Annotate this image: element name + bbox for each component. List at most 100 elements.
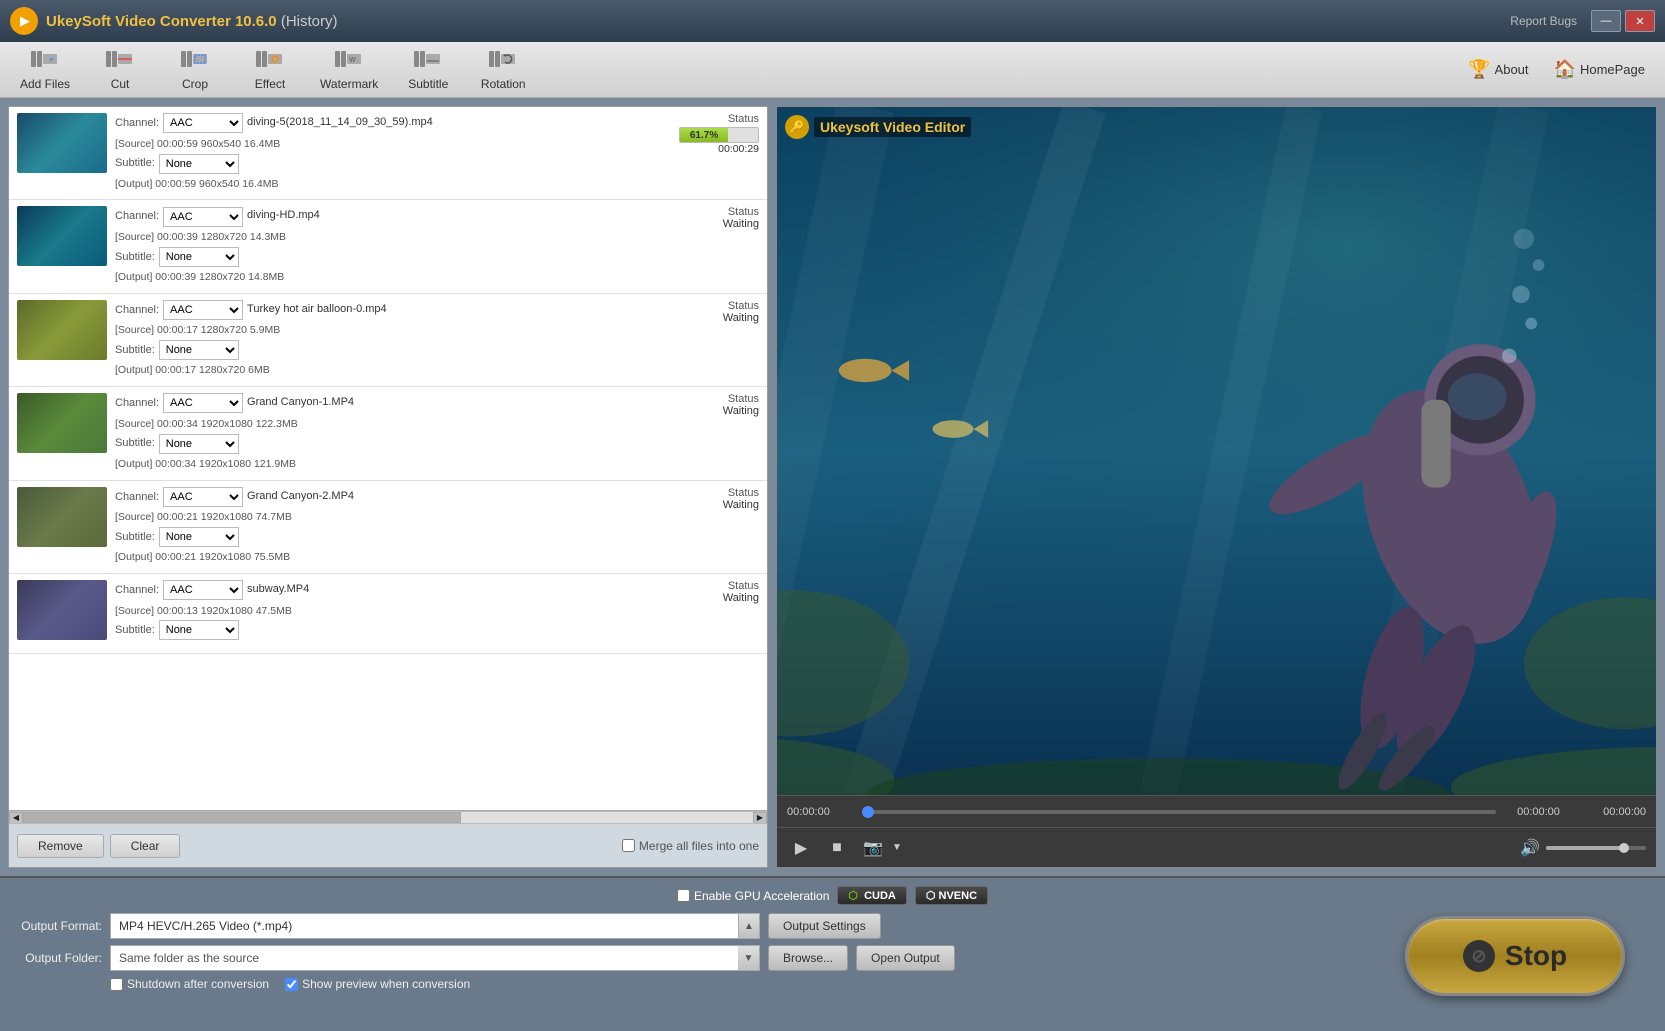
effect-button[interactable]: Effect — [235, 45, 305, 95]
table-row[interactable]: Channel: AAC subway.MP4 [Source] 00:00:1… — [9, 574, 767, 654]
table-row[interactable]: Channel: AAC diving-HD.mp4 [Source] 00:0… — [9, 200, 767, 293]
source-info: [Source] 00:00:21 1920x1080 74.7MB — [115, 509, 659, 527]
channel-label: Channel: — [115, 114, 159, 133]
close-button[interactable]: ✕ — [1625, 10, 1655, 32]
channel-select[interactable]: AAC — [163, 393, 243, 413]
rotation-icon — [489, 49, 517, 75]
table-row[interactable]: Channel: AAC Grand Canyon-2.MP4 [Source]… — [9, 481, 767, 574]
browse-button[interactable]: Browse... — [768, 945, 848, 971]
subtitle-select[interactable]: None — [159, 434, 239, 454]
shutdown-checkbox[interactable] — [110, 978, 123, 991]
video-controls: ▶ ■ 📷 ▼ 🔊 — [777, 827, 1656, 867]
stop-preview-button[interactable]: ■ — [823, 834, 851, 862]
status-label: Status — [667, 393, 759, 405]
stop-icon: ⊘ — [1463, 940, 1495, 972]
screenshot-arrow[interactable]: ▼ — [889, 834, 905, 862]
file-status: Status Waiting — [659, 580, 759, 604]
shutdown-label: Shutdown after conversion — [127, 977, 269, 991]
report-bugs-label: Report Bugs — [1510, 14, 1577, 28]
video-preview: 🔑 Ukeysoft Video Editor — [777, 107, 1656, 795]
about-button[interactable]: 🏆 About — [1458, 55, 1538, 84]
svg-text:+: + — [49, 55, 54, 64]
subtitle-row: Subtitle: None — [115, 247, 659, 267]
preview-panel: 🔑 Ukeysoft Video Editor 00:00:00 00:00:0… — [776, 106, 1657, 868]
status-label: Status — [667, 206, 759, 218]
play-button[interactable]: ▶ — [787, 834, 815, 862]
channel-row: Channel: AAC diving-5(2018_11_14_09_30_5… — [115, 113, 659, 134]
gpu-acceleration-option: Enable GPU Acceleration — [677, 889, 829, 903]
channel-select[interactable]: AAC — [163, 113, 243, 133]
merge-label-text: Merge all files into one — [639, 839, 759, 853]
horizontal-scrollbar[interactable]: ◀ ▶ — [9, 811, 767, 823]
scroll-thumb[interactable] — [23, 812, 461, 823]
output-info: [Output] 00:00:34 1920x1080 121.9MB — [115, 456, 659, 474]
table-row[interactable]: Channel: AAC Turkey hot air balloon-0.mp… — [9, 294, 767, 387]
minimize-button[interactable]: — — [1591, 10, 1621, 32]
watermark-button[interactable]: W Watermark — [310, 45, 388, 95]
subtitle-select[interactable]: None — [159, 247, 239, 267]
subtitle-label: Subtitle: — [115, 528, 155, 547]
channel-select[interactable]: AAC — [163, 580, 243, 600]
format-input-wrap: ▲ — [110, 913, 760, 939]
source-info: [Source] 00:00:34 1920x1080 122.3MB — [115, 416, 659, 434]
table-row[interactable]: Channel: AAC diving-5(2018_11_14_09_30_5… — [9, 107, 767, 200]
file-list[interactable]: Channel: AAC diving-5(2018_11_14_09_30_5… — [9, 107, 767, 811]
file-thumbnail — [17, 206, 107, 266]
volume-handle[interactable] — [1619, 843, 1629, 853]
subtitle-select[interactable]: None — [159, 340, 239, 360]
file-thumbnail — [17, 113, 107, 173]
crop-button[interactable]: Crop — [160, 45, 230, 95]
status-label: Status — [667, 113, 759, 125]
volume-section: 🔊 — [1520, 838, 1646, 858]
subtitle-select[interactable]: None — [159, 154, 239, 174]
source-info: [Source] 00:00:13 1920x1080 47.5MB — [115, 603, 659, 621]
channel-select[interactable]: AAC — [163, 207, 243, 227]
volume-slider[interactable] — [1546, 846, 1646, 850]
svg-text:W: W — [349, 57, 356, 64]
output-format-input[interactable] — [110, 913, 738, 939]
output-folder-select[interactable]: Same folder as the source — [110, 945, 760, 971]
channel-label: Channel: — [115, 301, 159, 320]
progress-fill: 61.7% — [680, 128, 728, 142]
scroll-right-button[interactable]: ▶ — [753, 812, 767, 824]
timeline-slider[interactable] — [862, 810, 1496, 814]
homepage-button[interactable]: 🏠 HomePage — [1544, 55, 1655, 84]
output-format-label: Output Format: — [12, 919, 102, 933]
output-settings-button[interactable]: Output Settings — [768, 913, 881, 939]
subtitle-button[interactable]: Subtitle — [393, 45, 463, 95]
scroll-track[interactable] — [23, 812, 753, 823]
screenshot-button[interactable]: 📷 — [859, 834, 887, 862]
subtitle-select[interactable]: None — [159, 527, 239, 547]
format-dropdown-button[interactable]: ▲ — [738, 913, 760, 939]
folder-input-wrap: Same folder as the source ▼ — [110, 945, 760, 971]
rotation-button[interactable]: Rotation — [468, 45, 538, 95]
gpu-row: Enable GPU Acceleration ⬡ CUDA ⬡ NVENC — [12, 886, 1653, 905]
file-name: Grand Canyon-1.MP4 — [247, 393, 354, 412]
cut-icon — [106, 49, 134, 75]
clear-button[interactable]: Clear — [110, 834, 181, 858]
merge-checkbox[interactable] — [622, 839, 635, 852]
subtitle-row: Subtitle: None — [115, 154, 659, 174]
channel-select[interactable]: AAC — [163, 487, 243, 507]
file-info: Channel: AAC subway.MP4 [Source] 00:00:1… — [115, 580, 659, 643]
time-end: 00:00:00 — [1581, 806, 1646, 818]
add-files-button[interactable]: + Add Files — [10, 45, 80, 95]
gpu-checkbox[interactable] — [677, 889, 690, 902]
stop-button[interactable]: ⊘ Stop — [1405, 916, 1625, 996]
show-preview-checkbox[interactable] — [285, 978, 298, 991]
toolbar: + Add Files Cut — [0, 42, 1665, 98]
subtitle-label: Subtitle: — [115, 434, 155, 453]
folder-dropdown-arrow[interactable]: ▼ — [738, 945, 760, 971]
elapsed-time: 00:00:29 — [667, 143, 759, 155]
scroll-left-button[interactable]: ◀ — [9, 812, 23, 824]
open-output-button[interactable]: Open Output — [856, 945, 955, 971]
cut-button[interactable]: Cut — [85, 45, 155, 95]
status-label: Status — [667, 300, 759, 312]
channel-select[interactable]: AAC — [163, 300, 243, 320]
subtitle-select[interactable]: None — [159, 620, 239, 640]
remove-button[interactable]: Remove — [17, 834, 104, 858]
subtitle-row: Subtitle: None — [115, 620, 659, 640]
table-row[interactable]: Channel: AAC Grand Canyon-1.MP4 [Source]… — [9, 387, 767, 480]
timeline-handle[interactable] — [862, 806, 874, 818]
home-icon: 🏠 — [1554, 59, 1576, 80]
